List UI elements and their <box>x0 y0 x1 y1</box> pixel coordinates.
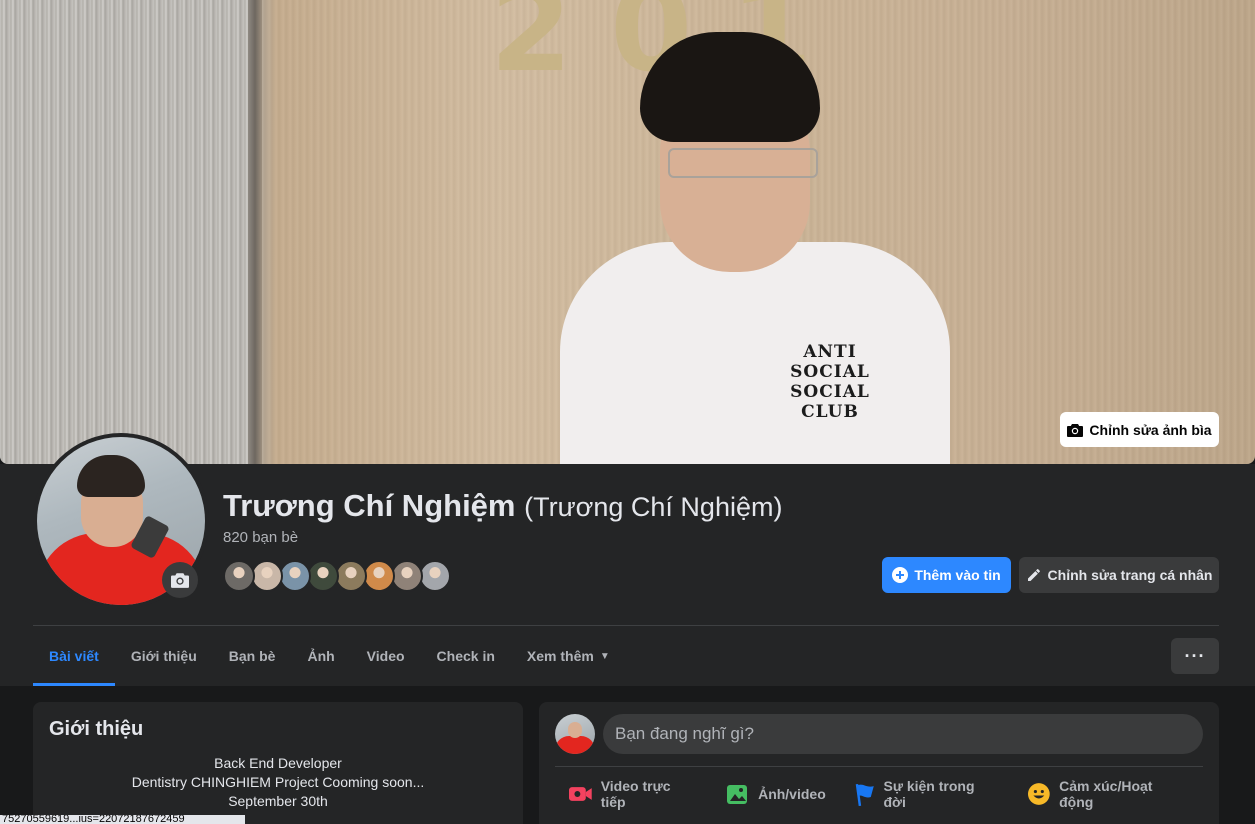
friend-avatar[interactable] <box>307 560 339 592</box>
profile-display-name: Trương Chí Nghiệm <box>223 488 516 523</box>
tab-photos[interactable]: Ảnh <box>291 626 350 686</box>
bio-line: September 30th <box>228 793 328 809</box>
feeling-activity-button[interactable]: Cảm xúc/Hoạt động <box>1013 774 1203 814</box>
cover-photo: 201 ANTI SOCIAL SOCIAL CLUB Chỉnh sửa ản… <box>0 0 1255 464</box>
tab-about[interactable]: Giới thiệu <box>115 626 213 686</box>
post-composer: Bạn đang nghĩ gì? Video trực tiếp Ảnh/vi… <box>539 702 1219 824</box>
add-to-story-button[interactable]: Thêm vào tin <box>882 557 1011 593</box>
plus-circle-icon <box>892 567 909 583</box>
camera-icon <box>171 573 189 588</box>
friend-avatar[interactable] <box>335 560 367 592</box>
profile-tabs: Bài viết Giới thiệu Bạn bè Ảnh Video Che… <box>33 626 626 686</box>
tab-videos[interactable]: Video <box>351 626 421 686</box>
camera-icon <box>1067 423 1084 437</box>
intro-bio: Back End Developer Dentistry CHINGHIEM P… <box>33 754 523 811</box>
status-bar-url: 75270559619...ius=22072187672459 <box>0 815 245 824</box>
edit-profile-button[interactable]: Chỉnh sửa trang cá nhân <box>1019 557 1219 593</box>
friend-avatar[interactable] <box>419 560 451 592</box>
tab-check-ins[interactable]: Check in <box>421 626 511 686</box>
intro-card: Giới thiệu Back End Developer Dentistry … <box>33 702 523 824</box>
feeling-emoji-icon <box>1028 783 1051 805</box>
friend-avatar[interactable] <box>251 560 283 592</box>
composer-avatar[interactable] <box>555 714 595 754</box>
photo-video-icon <box>727 785 748 804</box>
whats-on-your-mind-input[interactable]: Bạn đang nghĩ gì? <box>603 714 1203 754</box>
friend-avatar[interactable] <box>391 560 423 592</box>
profile-alternate-name: (Trương Chí Nghiệm) <box>524 492 783 522</box>
edit-cover-button[interactable]: Chỉnh sửa ảnh bìa <box>1060 412 1219 447</box>
edit-cover-label: Chỉnh sửa ảnh bìa <box>1089 421 1212 438</box>
update-avatar-button[interactable] <box>162 562 198 598</box>
live-video-button[interactable]: Video trực tiếp <box>555 774 712 814</box>
friend-avatar[interactable] <box>363 560 395 592</box>
friend-avatar-list <box>223 560 451 592</box>
add-to-story-label: Thêm vào tin <box>914 567 1001 583</box>
cover-wall-panel <box>0 0 262 464</box>
intro-title: Giới thiệu <box>49 718 144 740</box>
friend-avatar[interactable] <box>279 560 311 592</box>
friend-avatar[interactable] <box>223 560 255 592</box>
more-options-button[interactable]: ··· <box>1171 638 1219 674</box>
life-event-button[interactable]: Sự kiện trong đời <box>840 774 1014 814</box>
cover-shirt-print: ANTI SOCIAL SOCIAL CLUB <box>790 342 870 422</box>
caret-down-icon: ▼ <box>599 650 610 662</box>
live-video-icon <box>569 787 592 801</box>
cover-person: ANTI SOCIAL SOCIAL CLUB <box>560 32 950 464</box>
tab-posts[interactable]: Bài viết <box>33 626 115 686</box>
ellipsis-icon: ··· <box>1184 645 1206 666</box>
friends-count[interactable]: 820 bạn bè <box>223 529 298 546</box>
tab-friends[interactable]: Bạn bè <box>213 626 292 686</box>
pencil-icon <box>1027 569 1040 581</box>
bio-line: Back End Developer <box>214 755 342 771</box>
profile-name: Trương Chí Nghiệm (Trương Chí Nghiệm) <box>223 488 782 524</box>
edit-profile-label: Chỉnh sửa trang cá nhân <box>1047 567 1213 583</box>
composer-actions: Video trực tiếp Ảnh/video Sự kiện trong … <box>555 774 1203 814</box>
tab-more[interactable]: Xem thêm ▼ <box>511 626 626 686</box>
bio-line: Dentistry CHINGHIEM Project Cooming soon… <box>131 774 425 790</box>
photo-video-button[interactable]: Ảnh/video <box>712 774 840 814</box>
life-event-flag-icon <box>855 783 874 806</box>
